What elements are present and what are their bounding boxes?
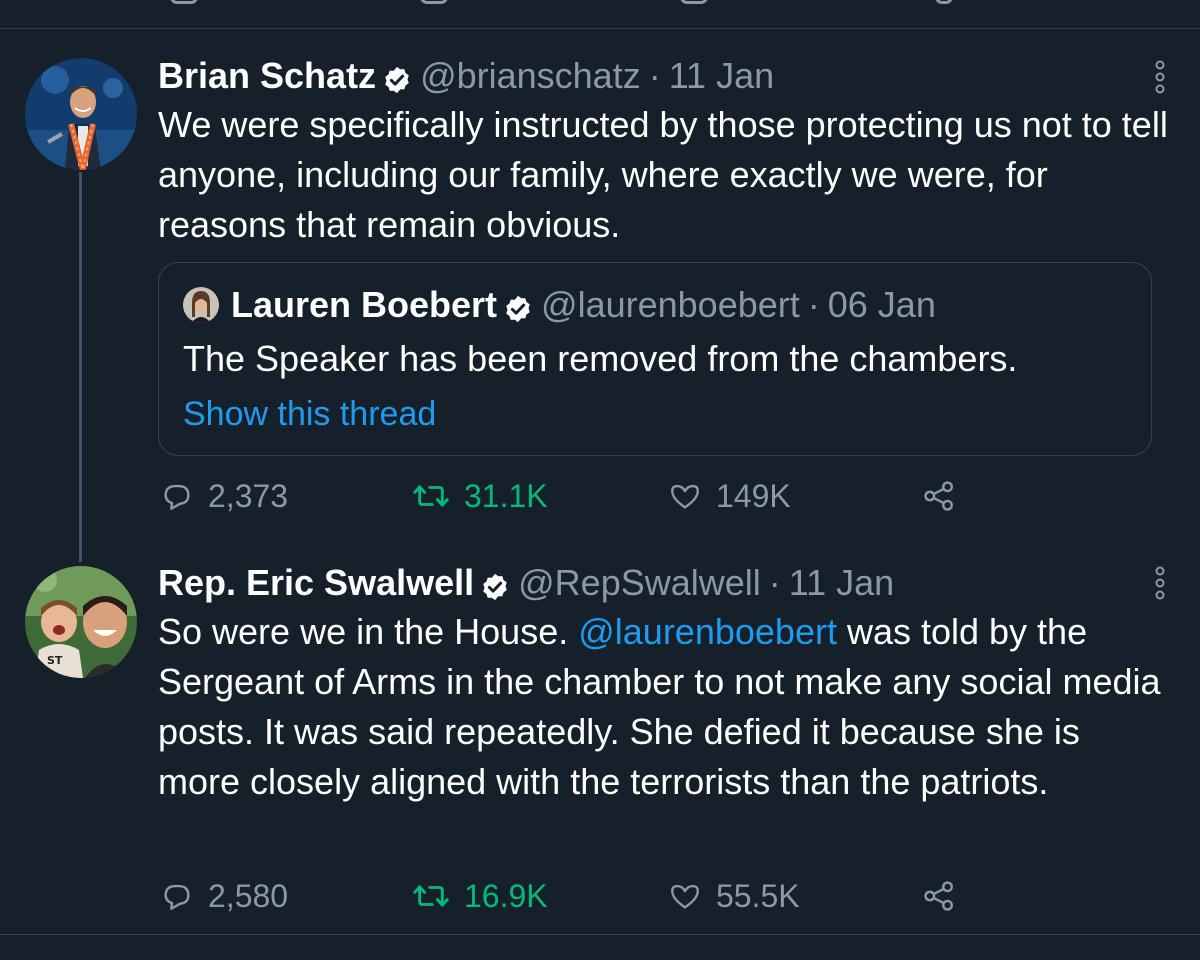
quoted-author-name[interactable]: Lauren Boebert: [231, 283, 497, 327]
more-options-icon[interactable]: [1148, 60, 1172, 94]
share-icon: [924, 881, 953, 911]
share-button[interactable]: [922, 872, 970, 920]
quoted-tweet-text: The Speaker has been removed from the ch…: [183, 338, 1018, 379]
tweet-text: We were specifically instructed by those…: [158, 104, 1168, 245]
reply-icon: [164, 884, 190, 910]
retweet-button[interactable]: 31.1K: [412, 472, 548, 520]
tweet-actions: 2,373 31.1K 149K: [160, 472, 980, 520]
svg-text:ST: ST: [47, 654, 63, 667]
author-handle[interactable]: @brianschatz: [420, 54, 641, 98]
thread-line: [79, 172, 82, 562]
more-options-icon[interactable]: [1148, 566, 1172, 600]
retweet-icon[interactable]: [420, 0, 448, 4]
quoted-author-handle[interactable]: @laurenboebert: [541, 283, 800, 327]
avatar[interactable]: [25, 58, 137, 170]
verified-badge-icon: [382, 61, 412, 94]
retweet-button[interactable]: 16.9K: [412, 872, 548, 920]
quoted-avatar[interactable]: [183, 287, 219, 323]
retweet-count: 16.9K: [464, 877, 548, 914]
separator-dot: ·: [648, 55, 661, 96]
separator-dot: ·: [807, 284, 820, 325]
tweet-actions: 2,580 16.9K 55.5K: [160, 872, 980, 920]
like-icon: [671, 484, 699, 509]
author-name[interactable]: Brian Schatz: [158, 54, 376, 98]
divider: [0, 28, 1200, 29]
mention-link[interactable]: @laurenboebert: [578, 611, 837, 652]
quoted-tweet-header: Lauren Boebert @laurenboebert · 06 Jan: [183, 283, 936, 327]
tweet-header: Brian Schatz @brianschatz · 11 Jan: [158, 54, 774, 98]
verified-badge-icon: [503, 290, 533, 323]
tweet-date[interactable]: 11 Jan: [669, 54, 774, 98]
like-icon[interactable]: [680, 0, 708, 4]
divider: [0, 934, 1200, 935]
share-icon: [924, 481, 953, 511]
like-button[interactable]: 55.5K: [668, 872, 800, 920]
tweet-text-part: So were we in the House.: [158, 611, 579, 652]
like-icon: [671, 884, 699, 909]
quoted-tweet[interactable]: Lauren Boebert @laurenboebert · 06 Jan T…: [158, 262, 1152, 456]
share-button[interactable]: [922, 472, 970, 520]
author-handle[interactable]: @RepSwalwell: [518, 561, 761, 605]
tweet-date[interactable]: 11 Jan: [789, 561, 894, 605]
retweet-count: 31.1K: [464, 477, 548, 514]
reply-icon: [164, 484, 190, 510]
author-name[interactable]: Rep. Eric Swalwell: [158, 561, 474, 605]
like-count: 149K: [716, 477, 791, 514]
avatar[interactable]: ST: [25, 566, 137, 678]
reply-button[interactable]: 2,580: [160, 872, 288, 920]
reply-button[interactable]: 2,373: [160, 472, 288, 520]
verified-badge-icon: [480, 568, 510, 601]
share-icon[interactable]: [935, 0, 953, 4]
show-thread-link[interactable]: Show this thread: [183, 391, 436, 437]
quoted-tweet-date[interactable]: 06 Jan: [828, 283, 936, 327]
tweet-text: So were we in the House. @laurenboebert …: [158, 607, 1168, 807]
like-count: 55.5K: [716, 877, 800, 914]
reply-count: 2,373: [208, 477, 289, 514]
reply-count: 2,580: [208, 877, 289, 914]
retweet-icon: [413, 885, 449, 907]
separator-dot: ·: [768, 562, 781, 603]
previous-tweet-actions-partial: [0, 0, 1200, 28]
tweet-header: Rep. Eric Swalwell @RepSwalwell · 11 Jan: [158, 561, 894, 605]
retweet-icon: [413, 485, 449, 507]
like-button[interactable]: 149K: [668, 472, 791, 520]
reply-icon[interactable]: [170, 0, 198, 4]
